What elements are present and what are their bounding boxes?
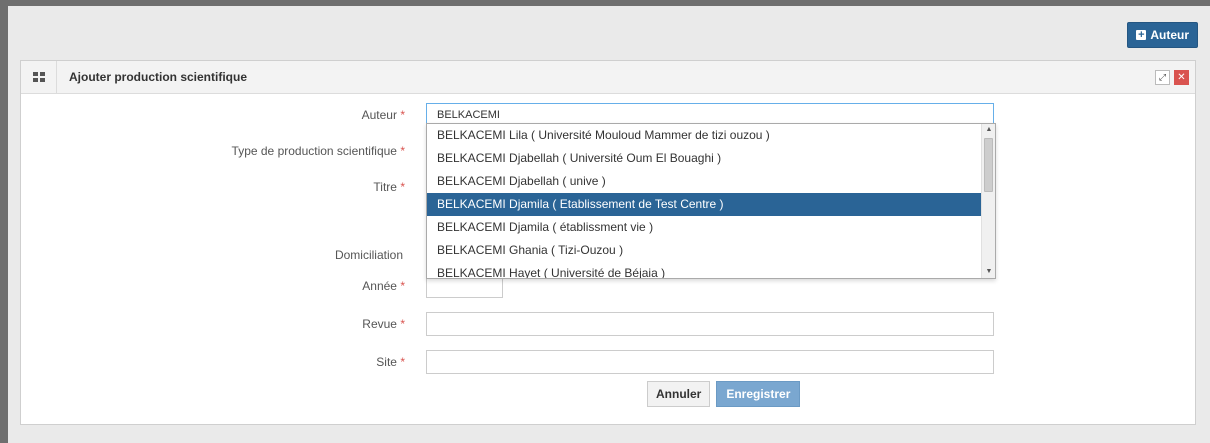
required-mark: * xyxy=(400,279,405,293)
save-button[interactable]: Enregistrer xyxy=(716,381,801,407)
autocomplete-option[interactable]: BELKACEMI Ghania ( Tizi-Ouzou ) xyxy=(427,239,981,262)
year-label: Année * xyxy=(362,279,405,293)
title-label: Titre * xyxy=(373,180,405,194)
journal-input[interactable] xyxy=(426,312,994,336)
autocomplete-option-highlighted[interactable]: BELKACEMI Djamila ( Etablissement de Tes… xyxy=(427,193,981,216)
required-mark: * xyxy=(400,180,405,194)
page: + Auteur Ajouter production scientifique… xyxy=(8,6,1210,443)
cancel-button[interactable]: Annuler xyxy=(647,381,711,407)
site-input[interactable] xyxy=(426,350,994,374)
close-icon[interactable]: ✕ xyxy=(1174,70,1189,85)
site-row: Site * xyxy=(21,350,1195,376)
header-tools: ⤢ ✕ xyxy=(1155,70,1189,85)
grid-icon xyxy=(21,60,57,94)
journal-row: Revue * xyxy=(21,312,1195,338)
autocomplete-option[interactable]: BELKACEMI Djabellah ( Université Oum El … xyxy=(427,147,981,170)
required-mark: * xyxy=(400,355,405,369)
expand-icon[interactable]: ⤢ xyxy=(1155,70,1170,85)
autocomplete-option[interactable]: BELKACEMI Djabellah ( unive ) xyxy=(427,170,981,193)
required-mark: * xyxy=(400,144,405,158)
site-label: Site * xyxy=(376,355,405,369)
required-mark: * xyxy=(400,317,405,331)
journal-label: Revue * xyxy=(362,317,405,331)
type-label: Type de production scientifique * xyxy=(231,144,405,158)
author-label: Auteur * xyxy=(361,108,405,122)
add-author-label: Auteur xyxy=(1150,28,1189,42)
form-actions: Annuler Enregistrer xyxy=(647,381,801,407)
autocomplete-option[interactable]: BELKACEMI Djamila ( établissment vie ) xyxy=(427,216,981,239)
scroll-up-icon[interactable]: ▲ xyxy=(982,124,995,136)
required-mark: * xyxy=(400,108,405,122)
scroll-down-icon[interactable]: ▼ xyxy=(982,266,995,278)
widget-header: Ajouter production scientifique ⤢ ✕ xyxy=(21,60,1195,94)
dropdown-scrollbar[interactable]: ▲ ▼ xyxy=(981,124,995,278)
autocomplete-option[interactable]: BELKACEMI Hayet ( Université de Béjaia ) xyxy=(427,262,981,278)
scroll-thumb[interactable] xyxy=(984,138,993,192)
add-production-widget: Ajouter production scientifique ⤢ ✕ Aute… xyxy=(20,60,1196,425)
domiciliation-label: Domiciliation xyxy=(334,248,403,262)
author-autocomplete-list[interactable]: BELKACEMI Lila ( Université Mouloud Mamm… xyxy=(426,123,996,279)
widget-title: Ajouter production scientifique xyxy=(69,70,248,84)
plus-square-icon: + xyxy=(1136,29,1147,41)
add-author-button[interactable]: + Auteur xyxy=(1127,22,1198,48)
autocomplete-option[interactable]: BELKACEMI Lila ( Université Mouloud Mamm… xyxy=(427,124,981,147)
